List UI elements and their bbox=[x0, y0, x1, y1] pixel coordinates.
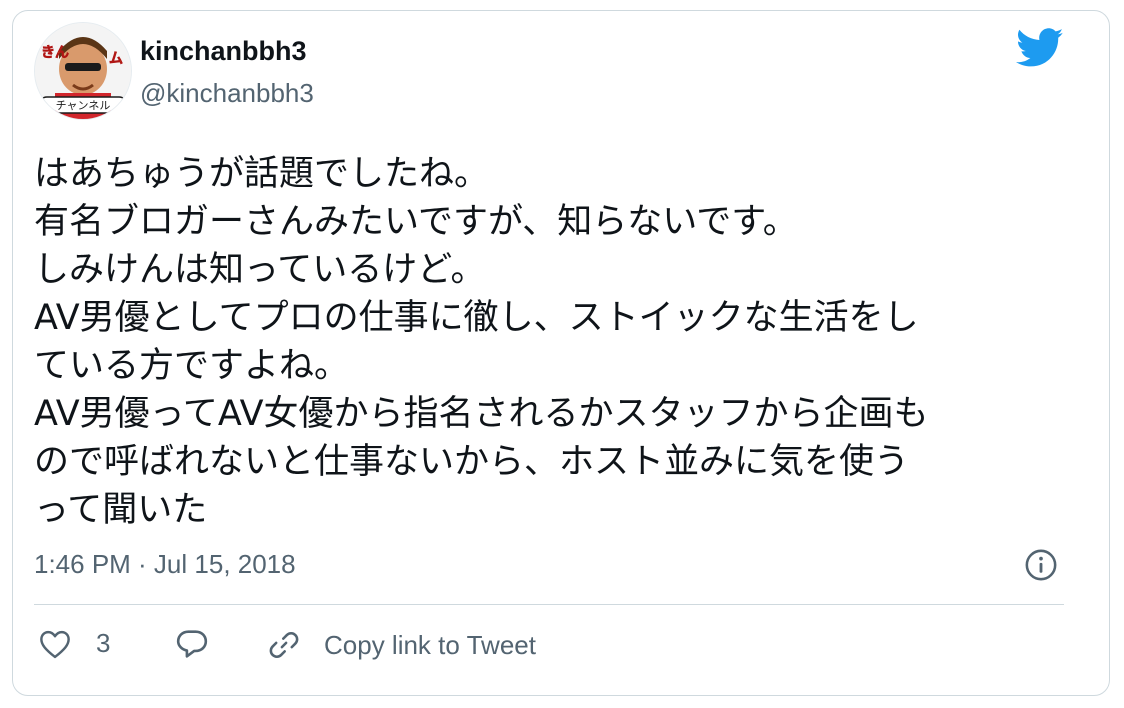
like-button[interactable]: 3 bbox=[38, 628, 110, 659]
info-icon[interactable] bbox=[1024, 548, 1058, 582]
svg-text:ム: ム bbox=[109, 51, 123, 67]
svg-text:チャンネル: チャンネル bbox=[56, 99, 111, 112]
link-icon bbox=[269, 632, 299, 658]
tweet-line: ので呼ばれないと仕事ないから、ホスト並みに気を使う bbox=[34, 442, 910, 482]
copy-link-button[interactable]: Copy link to Tweet bbox=[266, 628, 536, 662]
like-count: 3 bbox=[96, 628, 111, 658]
tweet-timestamp[interactable]: 1:46 PM · Jul 15, 2018 bbox=[34, 549, 296, 580]
reply-bubble-icon bbox=[176, 630, 208, 658]
reply-button[interactable] bbox=[174, 628, 210, 660]
avatar-image: チャンネル きん ム bbox=[35, 23, 131, 119]
tweet-line: ている方ですよね。 bbox=[34, 346, 350, 386]
twitter-bird-icon[interactable] bbox=[1016, 28, 1064, 68]
tweet-line: って聞いた bbox=[34, 490, 208, 530]
tweet-line: 有名ブロガーさんみたいですが、知らないです。 bbox=[34, 202, 798, 242]
tweet-line: AV男優ってAV女優から指名されるかスタッフから企画も bbox=[34, 394, 929, 434]
tweet-line: はあちゅうが話題でしたね。 bbox=[34, 154, 490, 194]
tweet-line: しみけんは知っているけど。 bbox=[34, 250, 486, 290]
user-handle[interactable]: @kinchanbbh3 bbox=[140, 78, 314, 109]
tweet-text: はあちゅうが話題でしたね。 有名ブロガーさんみたいですが、知らないです。 しみけ… bbox=[34, 150, 1064, 534]
copy-link-label: Copy link to Tweet bbox=[324, 629, 536, 660]
heart-icon bbox=[40, 630, 70, 658]
display-name[interactable]: kinchanbbh3 bbox=[140, 36, 307, 67]
tweet-line: AV男優としてプロの仕事に徹し、ストイックな生活をし bbox=[34, 298, 919, 338]
divider bbox=[34, 604, 1064, 605]
svg-text:きん: きん bbox=[41, 45, 69, 61]
avatar[interactable]: チャンネル きん ム bbox=[34, 22, 132, 120]
